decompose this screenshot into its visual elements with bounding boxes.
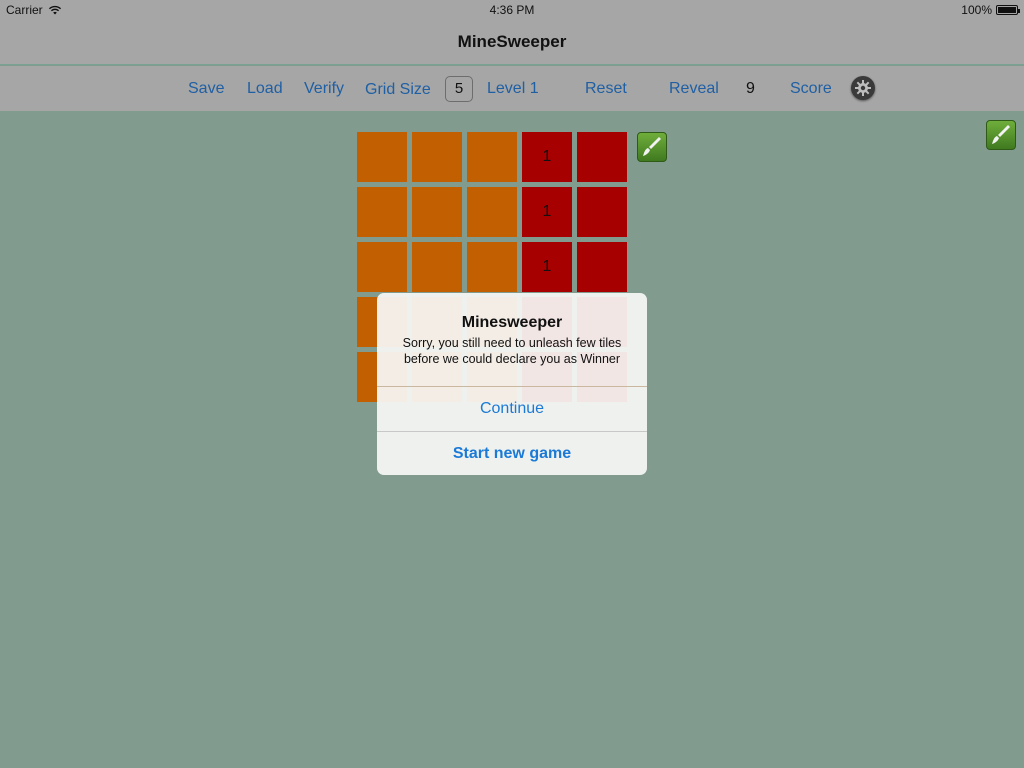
start-new-game-button[interactable]: Start new game <box>377 432 647 475</box>
continue-button[interactable]: Continue <box>377 387 647 431</box>
alert-title: Minesweeper <box>461 314 563 331</box>
alert-message-line-1: Sorry, you still need to unleash few til… <box>402 336 622 350</box>
alert-message-line-2: before we could declare you as Winner <box>403 352 621 366</box>
alert-message: Sorry, you still need to unleash few til… <box>387 335 637 367</box>
alert-overlay: Minesweeper Sorry, you still need to unl… <box>0 0 1024 768</box>
alert-dialog: Minesweeper Sorry, you still need to unl… <box>377 293 647 475</box>
